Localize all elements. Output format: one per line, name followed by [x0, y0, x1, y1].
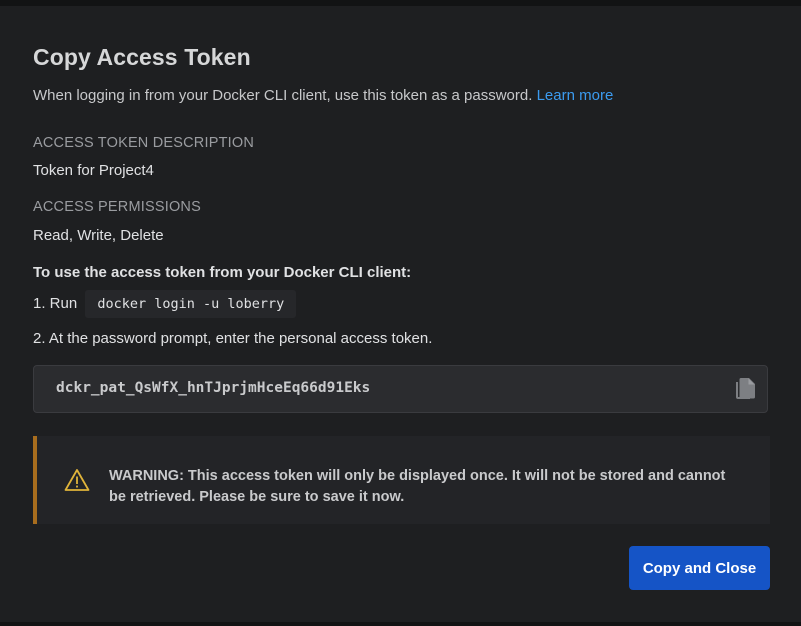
- bottom-overlay-strip: [0, 622, 801, 626]
- step-1-text: 1. Run: [33, 294, 78, 312]
- instructions-heading: To use the access token from your Docker…: [33, 264, 412, 281]
- copy-and-close-button[interactable]: Copy and Close: [629, 546, 770, 590]
- permissions-label: ACCESS PERMISSIONS: [33, 199, 201, 215]
- description-value: Token for Project4: [33, 162, 154, 179]
- warning-text: WARNING: This access token will only be …: [109, 468, 726, 505]
- dialog-subtitle: When logging in from your Docker CLI cli…: [33, 87, 613, 104]
- copy-icon[interactable]: [733, 377, 757, 403]
- description-label: ACCESS TOKEN DESCRIPTION: [33, 135, 255, 151]
- instruction-step-1: 1. Run docker login -u loberry: [33, 290, 297, 318]
- copy-access-token-dialog: Copy Access Token When logging in from y…: [0, 6, 801, 622]
- learn-more-link[interactable]: Learn more: [537, 87, 614, 104]
- subtitle-text: When logging in from your Docker CLI cli…: [33, 87, 533, 104]
- warning-banner: WARNING: This access token will only be …: [33, 436, 770, 524]
- token-value[interactable]: dckr_pat_QsWfX_hnTJprjmHceEq66d91Eks: [56, 380, 370, 396]
- instruction-step-2: 2. At the password prompt, enter the per…: [33, 330, 433, 347]
- dialog-title: Copy Access Token: [33, 44, 251, 70]
- docker-login-command: docker login -u loberry: [85, 290, 297, 318]
- warning-triangle-icon: [64, 468, 90, 492]
- token-field[interactable]: dckr_pat_QsWfX_hnTJprjmHceEq66d91Eks: [33, 365, 768, 413]
- permissions-value: Read, Write, Delete: [33, 227, 164, 244]
